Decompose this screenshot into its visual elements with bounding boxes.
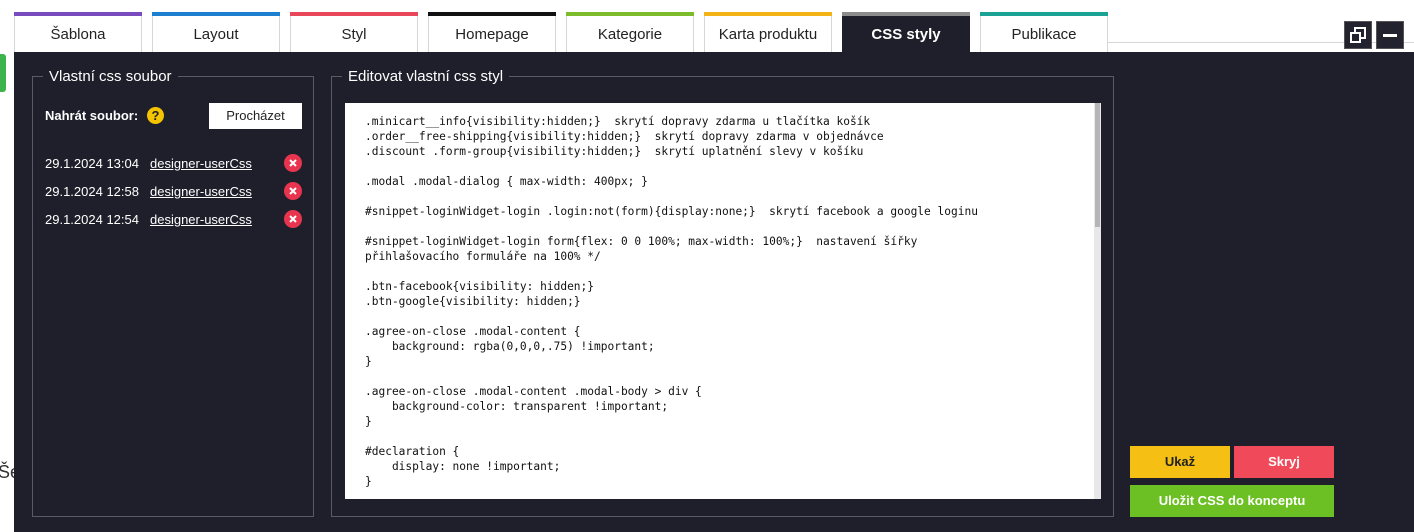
file-date: 29.1.2024 12:58 bbox=[45, 184, 139, 199]
tab-sablona[interactable]: Šablona bbox=[14, 12, 142, 52]
editor-scrollbar[interactable] bbox=[1094, 103, 1101, 499]
close-icon bbox=[289, 215, 297, 223]
tab-layout[interactable]: Layout bbox=[152, 12, 280, 52]
tab-color-strip bbox=[980, 12, 1108, 16]
custom-css-file-section: Vlastní css soubor bbox=[32, 68, 314, 517]
green-side-tab[interactable] bbox=[0, 54, 6, 92]
tab-label: Homepage bbox=[455, 26, 529, 43]
tab-color-strip bbox=[566, 12, 694, 16]
restore-window-button[interactable] bbox=[1344, 21, 1372, 49]
tab-label: Šablona bbox=[50, 26, 106, 43]
minimize-icon bbox=[1383, 34, 1397, 37]
file-link[interactable]: designer-userCss bbox=[150, 184, 252, 199]
restore-icon bbox=[1350, 27, 1366, 43]
tab-color-strip bbox=[704, 12, 832, 16]
tab-color-strip bbox=[842, 12, 970, 16]
tab-css-styly[interactable]: CSS styly bbox=[842, 12, 970, 52]
hide-button[interactable]: Skryj bbox=[1234, 446, 1334, 478]
browse-button[interactable]: Procházet bbox=[209, 103, 302, 129]
minimize-button[interactable] bbox=[1376, 21, 1404, 49]
tab-styl[interactable]: Styl bbox=[290, 12, 418, 52]
save-css-draft-button[interactable]: Uložit CSS do konceptu bbox=[1130, 485, 1334, 517]
tab-color-strip bbox=[14, 12, 142, 16]
css-editor-textarea[interactable]: .minicart__info{visibility:hidden;} skry… bbox=[345, 103, 1101, 499]
tab-kategorie[interactable]: Kategorie bbox=[566, 12, 694, 52]
section-title: Editovat vlastní css styl bbox=[348, 68, 504, 85]
tab-label: CSS styly bbox=[871, 26, 941, 43]
tab-label: Layout bbox=[193, 26, 239, 43]
file-date: 29.1.2024 13:04 bbox=[45, 156, 139, 171]
css-code: .minicart__info{visibility:hidden;} skry… bbox=[365, 115, 978, 488]
close-icon bbox=[289, 159, 297, 167]
upload-file-label: Nahrát soubor: bbox=[45, 108, 139, 123]
delete-file-button[interactable] bbox=[284, 210, 302, 228]
tab-color-strip bbox=[428, 12, 556, 16]
scrollbar-thumb[interactable] bbox=[1095, 103, 1100, 227]
tab-publikace[interactable]: Publikace bbox=[980, 12, 1108, 52]
tab-label: Kategorie bbox=[597, 26, 663, 43]
delete-file-button[interactable] bbox=[284, 154, 302, 172]
tab-label: Styl bbox=[341, 26, 367, 43]
close-icon bbox=[289, 187, 297, 195]
file-date: 29.1.2024 12:54 bbox=[45, 212, 139, 227]
tab-bar: Šablona Layout Styl Homepage Kategorie K… bbox=[0, 0, 1414, 52]
tab-color-strip bbox=[290, 12, 418, 16]
file-link[interactable]: designer-userCss bbox=[150, 212, 252, 227]
question-icon[interactable]: ? bbox=[147, 107, 164, 124]
background-page-strip: Še bbox=[0, 52, 20, 532]
tab-homepage[interactable]: Homepage bbox=[428, 12, 556, 52]
section-title: Vlastní css soubor bbox=[49, 68, 172, 85]
tab-label: Publikace bbox=[1011, 26, 1077, 43]
tab-karta-produktu[interactable]: Karta produktu bbox=[704, 12, 832, 52]
tab-color-strip bbox=[152, 12, 280, 16]
tab-label: Karta produktu bbox=[718, 26, 818, 43]
show-button[interactable]: Ukaž bbox=[1130, 446, 1230, 478]
delete-file-button[interactable] bbox=[284, 182, 302, 200]
file-link[interactable]: designer-userCss bbox=[150, 156, 252, 171]
